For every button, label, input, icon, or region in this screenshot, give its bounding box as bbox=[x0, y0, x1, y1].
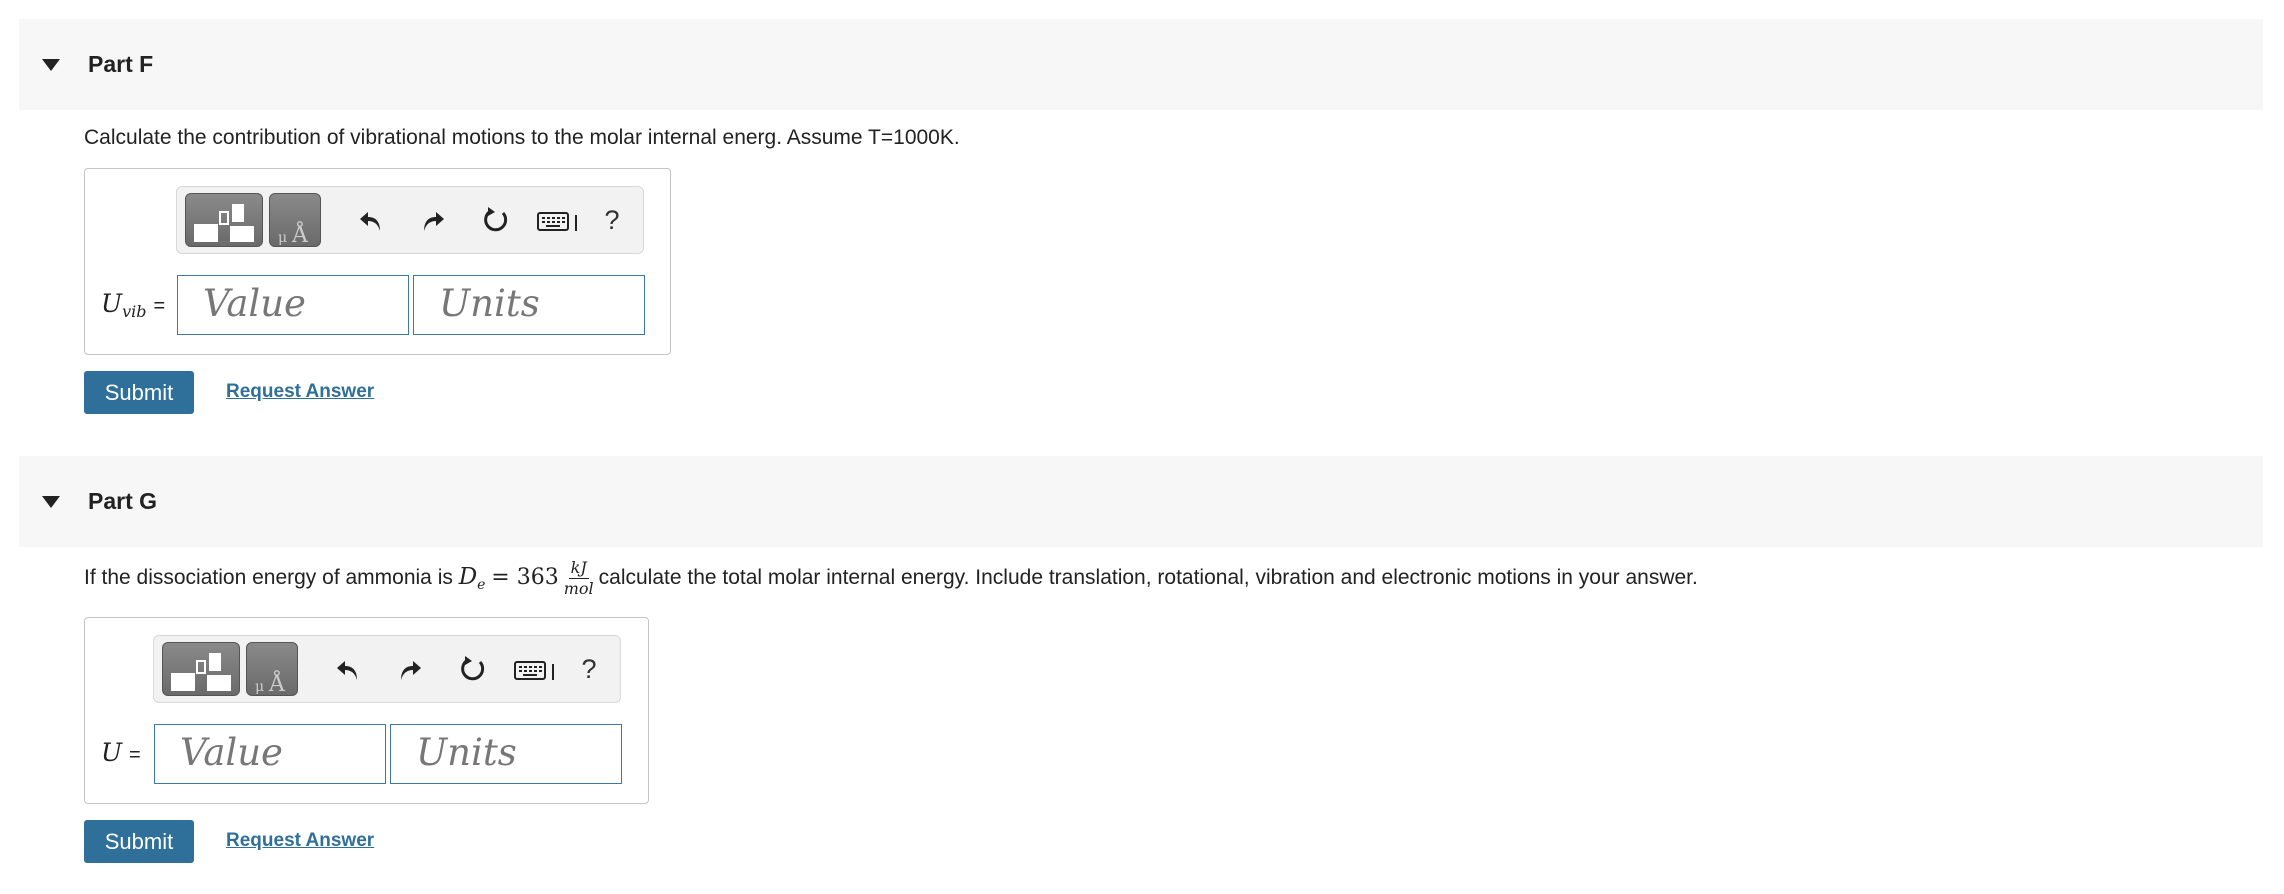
caret-down-icon[interactable] bbox=[42, 58, 60, 71]
part-g-answer-label: U = bbox=[101, 738, 141, 767]
reset-icon[interactable] bbox=[457, 653, 489, 685]
part-f-request-answer-link[interactable]: Request Answer bbox=[226, 381, 374, 403]
undo-icon[interactable] bbox=[332, 654, 364, 686]
part-g-submit-button[interactable]: Submit bbox=[84, 820, 194, 863]
redo-icon[interactable] bbox=[417, 205, 449, 237]
kj-per-mol-fraction: kJ mol bbox=[563, 558, 594, 598]
reset-icon[interactable] bbox=[480, 204, 512, 236]
svg-text:μ: μ bbox=[255, 679, 264, 695]
part-f-units-input[interactable]: Units bbox=[413, 275, 645, 335]
part-g-header[interactable]: Part G bbox=[19, 456, 2263, 547]
part-f-submit-button[interactable]: Submit bbox=[84, 371, 194, 414]
keyboard-icon[interactable] bbox=[514, 656, 558, 684]
part-g-question: If the dissociation energy of ammonia is… bbox=[84, 558, 1698, 598]
part-f-header[interactable]: Part F bbox=[19, 19, 2263, 110]
part-g-value-input[interactable]: Value bbox=[154, 724, 386, 784]
svg-text:μ: μ bbox=[278, 230, 287, 246]
help-icon[interactable]: ? bbox=[597, 203, 627, 237]
part-f-question: Calculate the contribution of vibrationa… bbox=[84, 126, 960, 149]
redo-icon[interactable] bbox=[394, 654, 426, 686]
svg-text:Å: Å bbox=[291, 220, 309, 248]
part-g-units-input[interactable]: Units bbox=[390, 724, 622, 784]
keyboard-icon[interactable] bbox=[537, 207, 581, 235]
part-g-answer-box: μ Å ? U = Value Units bbox=[84, 617, 649, 804]
part-f-toolbar: μ Å ? bbox=[176, 186, 644, 254]
part-f-title: Part F bbox=[88, 51, 154, 77]
templates-icon[interactable] bbox=[162, 642, 240, 696]
caret-down-icon[interactable] bbox=[42, 495, 60, 508]
undo-icon[interactable] bbox=[355, 205, 387, 237]
svg-text:Å: Å bbox=[268, 669, 286, 697]
part-g-request-answer-link[interactable]: Request Answer bbox=[226, 830, 374, 852]
part-f-value-input[interactable]: Value bbox=[177, 275, 409, 335]
symbols-icon[interactable]: μ Å bbox=[246, 642, 298, 697]
part-g-toolbar: μ Å ? bbox=[153, 635, 621, 703]
part-f-answer-label: Uvib = bbox=[101, 289, 166, 321]
templates-icon[interactable] bbox=[185, 193, 263, 247]
help-icon[interactable]: ? bbox=[574, 652, 604, 686]
part-g-title: Part G bbox=[88, 488, 158, 514]
part-f-answer-box: μ Å ? Uvib = Value Units bbox=[84, 168, 671, 355]
symbols-icon[interactable]: μ Å bbox=[269, 193, 321, 248]
